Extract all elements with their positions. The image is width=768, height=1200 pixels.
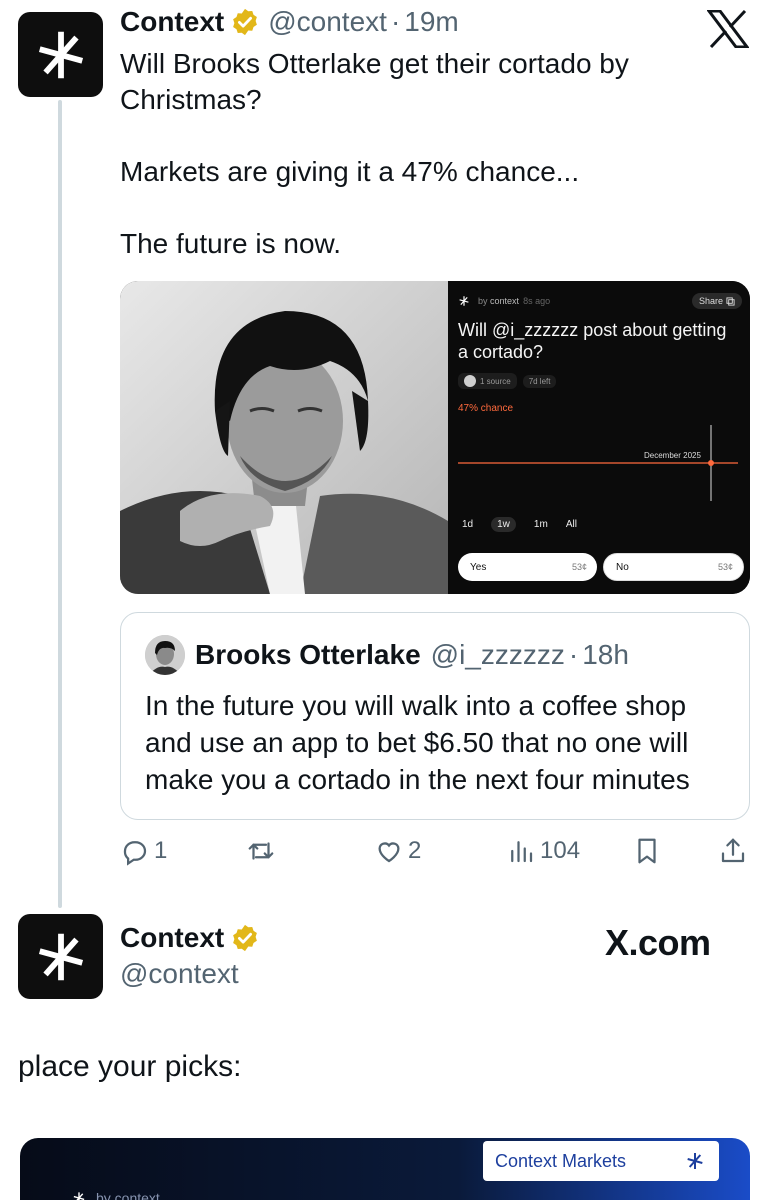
tweet-body: Will Brooks Otterlake get their cortado … [120, 46, 740, 262]
market-chart[interactable] [448, 411, 748, 511]
bet-buttons: Yes 53¢ No 53¢ [458, 553, 744, 581]
second-tweet-header: Context @context [120, 922, 268, 990]
quote-timestamp[interactable]: 18h [582, 639, 629, 671]
repost-button[interactable] [246, 836, 276, 866]
tweet-line: Markets are giving it a 47% chance... [120, 156, 580, 187]
reply-icon [123, 841, 147, 866]
copy-icon [726, 296, 735, 306]
range-1d[interactable]: 1d [462, 519, 473, 530]
verified-badge-icon [233, 924, 258, 952]
range-selector: 1d 1w 1m All [462, 517, 577, 532]
like-count: 2 [408, 837, 422, 864]
site-label[interactable]: X.com [605, 922, 711, 964]
chart-date-label: December 2025 [644, 451, 701, 460]
author-name[interactable]: Context [120, 922, 224, 954]
heart-icon [378, 842, 400, 863]
thread-connector-line [58, 100, 62, 908]
no-button[interactable]: No 53¢ [603, 553, 744, 581]
separator-dot: · [390, 6, 401, 37]
current-point [708, 460, 714, 466]
context-avatar[interactable] [18, 12, 103, 97]
context-markets-pill[interactable]: Context Markets [483, 1141, 719, 1181]
author-handle[interactable]: @context [120, 958, 268, 990]
quote-author-handle[interactable]: @i_zzzzzz [431, 639, 565, 671]
views-button[interactable]: 104 [506, 836, 580, 866]
reply-count: 1 [154, 837, 168, 864]
quote-author-name[interactable]: Brooks Otterlake [195, 639, 421, 671]
view-count: 104 [540, 837, 581, 864]
tweet-header: Context @context · 19m [120, 6, 459, 38]
market-header: by context 8s ago Share [458, 293, 742, 309]
share-icon [721, 838, 745, 863]
market-widget: by context 8s ago Share Will @i_zzzzzz p… [448, 281, 750, 594]
context-logo-icon [38, 933, 83, 980]
tweet-line: The future is now. [120, 228, 342, 259]
market-meta: 1 source 7d left [458, 373, 557, 389]
x-logo-icon[interactable] [707, 10, 749, 48]
share-button[interactable]: Share [691, 293, 742, 309]
tweet-timestamp[interactable]: 19m [404, 6, 458, 38]
range-all[interactable]: All [566, 519, 577, 530]
context-markets-banner[interactable]: Context Markets by context [20, 1138, 750, 1200]
reply-button[interactable]: 1 [120, 836, 167, 866]
range-1w[interactable]: 1w [491, 517, 516, 532]
quote-author-avatar[interactable] [145, 635, 185, 675]
context-logo-icon [38, 31, 83, 78]
tweet-line: Will Brooks Otterlake get their cortado … [120, 48, 629, 115]
views-icon [511, 841, 533, 863]
person-photo [120, 281, 448, 594]
verified-badge-icon [233, 8, 258, 36]
market-question: Will @i_zzzzzz post about getting a cort… [458, 320, 727, 362]
bookmark-icon [638, 838, 656, 864]
banner-byline: by context [72, 1190, 160, 1200]
tweet-actions: 1 2 104 [120, 836, 750, 872]
quoted-tweet[interactable]: Brooks Otterlake @i_zzzzzz · 18h In the … [120, 612, 750, 820]
quote-header: Brooks Otterlake @i_zzzzzz · 18h [145, 635, 629, 675]
context-avatar[interactable] [18, 914, 103, 999]
yes-button[interactable]: Yes 53¢ [458, 553, 597, 581]
range-1m[interactable]: 1m [534, 519, 548, 530]
context-logo-icon [73, 1192, 85, 1200]
second-tweet-body: place your picks: [18, 1050, 242, 1083]
like-button[interactable]: 2 [374, 836, 421, 866]
context-logo-icon [687, 1153, 703, 1169]
banner-label: Context Markets [495, 1150, 627, 1171]
bookmark-button[interactable] [632, 836, 662, 866]
repost-icon [248, 842, 274, 860]
author-name[interactable]: Context [120, 6, 224, 38]
separator-dot: · [568, 639, 579, 670]
share-tweet-button[interactable] [718, 836, 748, 866]
market-ago: 8s ago [523, 296, 551, 306]
source-avatar-icon [464, 375, 476, 387]
quote-body: In the future you will walk into a coffe… [145, 690, 690, 795]
context-logo-icon [459, 296, 469, 306]
tweet-media[interactable]: by context 8s ago Share Will @i_zzzzzz p… [120, 281, 750, 594]
time-left-chip: 7d left [522, 374, 557, 388]
market-by: by context [478, 296, 520, 306]
author-handle[interactable]: @context [268, 6, 387, 38]
source-chip[interactable]: 1 source [458, 373, 517, 389]
